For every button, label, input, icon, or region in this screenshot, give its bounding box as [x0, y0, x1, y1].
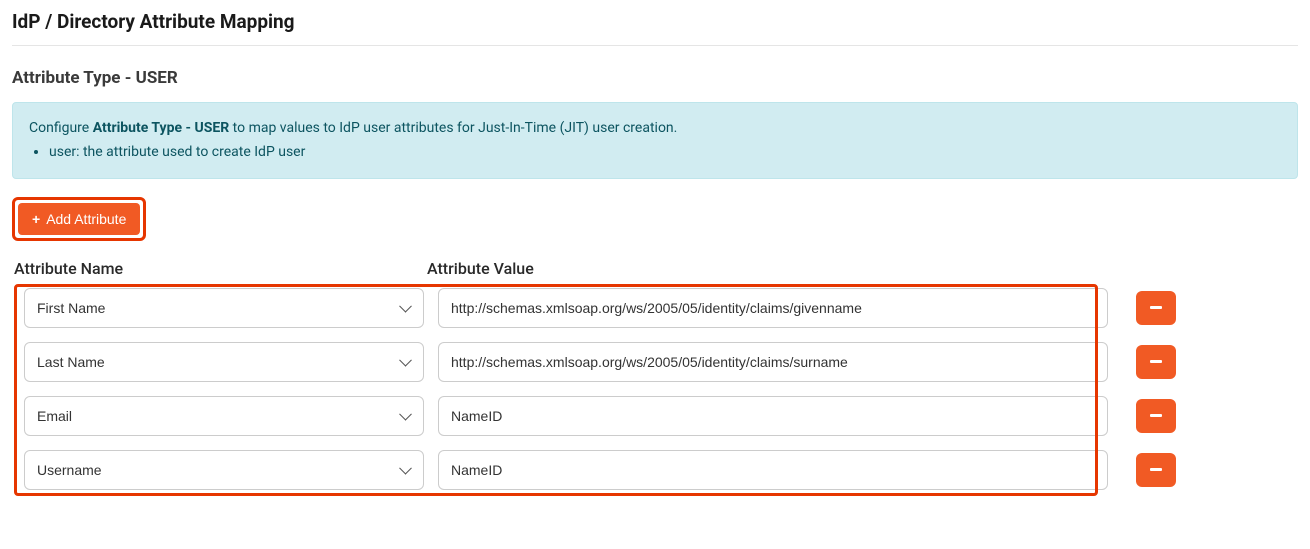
remove-row-button[interactable]: [1136, 345, 1176, 379]
attribute-name-select[interactable]: First NameLast NameEmailUsername: [24, 450, 424, 490]
info-text-prefix: Configure: [29, 120, 93, 136]
info-text-bold: Attribute Type - USER: [93, 120, 230, 136]
attribute-name-select[interactable]: First NameLast NameEmailUsername: [24, 342, 424, 382]
minus-icon: [1150, 306, 1162, 309]
remove-row-button[interactable]: [1136, 291, 1176, 325]
attribute-row: First NameLast NameEmailUsername: [12, 396, 1298, 436]
remove-row-button[interactable]: [1136, 453, 1176, 487]
add-attribute-button[interactable]: + Add Attribute: [18, 203, 140, 235]
add-attribute-label: Add Attribute: [46, 211, 126, 227]
attribute-name-select-wrap: First NameLast NameEmailUsername: [24, 288, 424, 328]
attribute-value-input[interactable]: [438, 396, 1108, 436]
info-bullet: user: the attribute used to create IdP u…: [49, 141, 1281, 163]
section-title: Attribute Type - USER: [12, 68, 1298, 88]
attribute-value-input[interactable]: [438, 450, 1108, 490]
page-title: IdP / Directory Attribute Mapping: [12, 10, 1298, 46]
attribute-row: First NameLast NameEmailUsername: [12, 342, 1298, 382]
attribute-rows: First NameLast NameEmailUsername First N…: [12, 288, 1298, 490]
attribute-row: First NameLast NameEmailUsername: [12, 450, 1298, 490]
attribute-value-input[interactable]: [438, 288, 1108, 328]
minus-icon: [1150, 360, 1162, 363]
minus-icon: [1150, 414, 1162, 417]
attribute-value-input[interactable]: [438, 342, 1108, 382]
attribute-row: First NameLast NameEmailUsername: [12, 288, 1298, 328]
column-header-value: Attribute Value: [427, 259, 534, 278]
attribute-name-select[interactable]: First NameLast NameEmailUsername: [24, 288, 424, 328]
column-header-name: Attribute Name: [12, 259, 427, 278]
attribute-name-select[interactable]: First NameLast NameEmailUsername: [24, 396, 424, 436]
minus-icon: [1150, 468, 1162, 471]
info-box: Configure Attribute Type - USER to map v…: [12, 102, 1298, 179]
remove-row-button[interactable]: [1136, 399, 1176, 433]
info-text-suffix: to map values to IdP user attributes for…: [229, 120, 677, 136]
attribute-name-select-wrap: First NameLast NameEmailUsername: [24, 396, 424, 436]
attribute-name-select-wrap: First NameLast NameEmailUsername: [24, 450, 424, 490]
attribute-name-select-wrap: First NameLast NameEmailUsername: [24, 342, 424, 382]
add-button-highlight: + Add Attribute: [12, 197, 146, 241]
plus-icon: +: [32, 211, 40, 227]
